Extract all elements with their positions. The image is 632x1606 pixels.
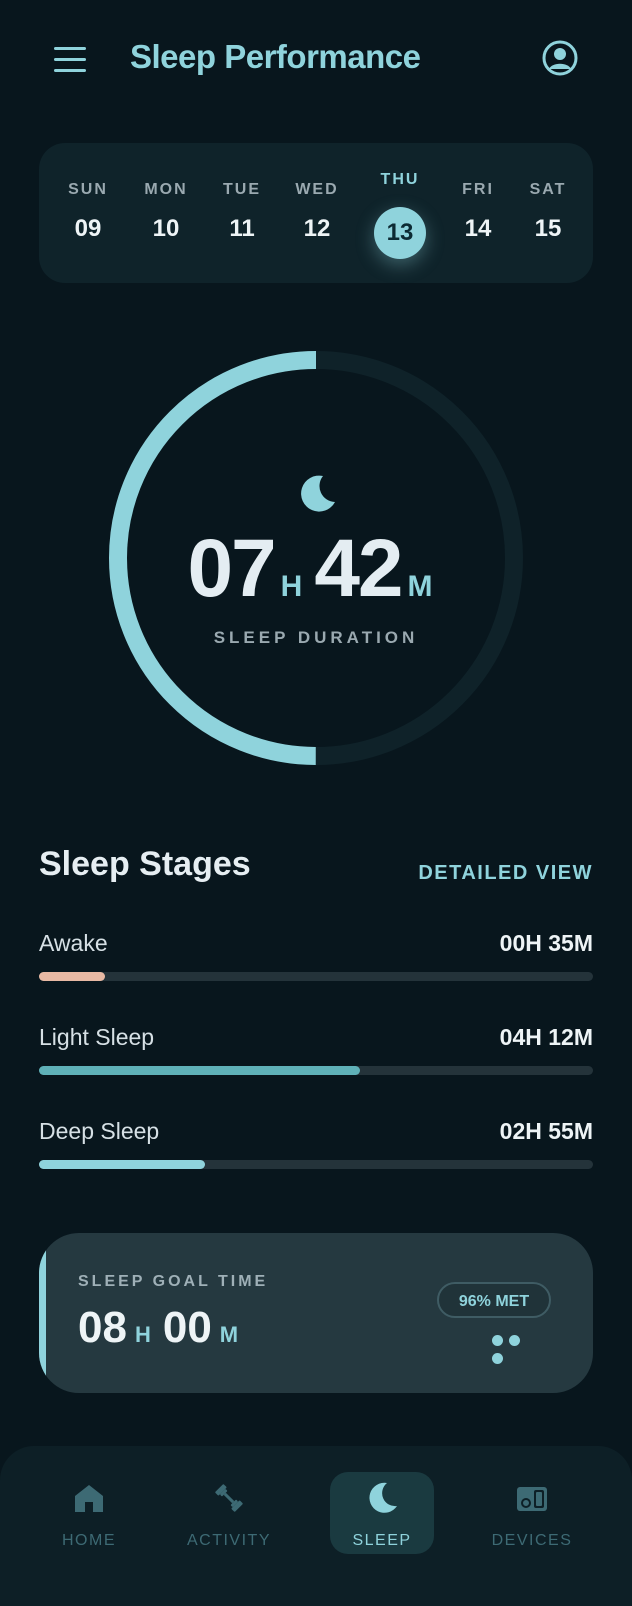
devices-icon [514,1480,550,1516]
day-name: THU [380,171,420,188]
day-name: SAT [529,181,567,198]
goal-hours: 08 [78,1303,127,1352]
goal-met-badge: 96% MET [437,1282,551,1318]
app-header: Sleep Performance [0,0,632,116]
sleep-goal-card[interactable]: SLEEP GOAL TIME 08 H 00 M 96% MET [39,1233,593,1393]
more-options-icon[interactable] [492,1333,542,1364]
day-sun[interactable]: SUN 09 [53,143,123,283]
stage-light-sleep: Light Sleep 04H 12M [39,1024,593,1094]
sleep-duration-value: 07 H 42 M [0,522,632,616]
page-title: Sleep Performance [130,38,421,75]
nav-label: SLEEP [352,1532,412,1549]
day-mon[interactable]: MON 10 [131,143,201,283]
duration-minutes-unit: M [407,570,433,603]
day-wed[interactable]: WED 12 [282,143,352,283]
day-number: 10 [152,215,180,242]
sleep-duration-ring: 07 H 42 M SLEEP DURATION [0,340,632,780]
stage-value: 02H 55M [499,1118,593,1144]
goal-minutes: 00 [162,1303,212,1352]
day-fri[interactable]: FRI 14 [443,143,513,283]
moon-icon [364,1480,400,1516]
stage-name: Light Sleep [39,1024,155,1050]
day-number: 13 [386,219,414,246]
stage-progress-track [39,972,593,981]
stage-progress-fill [39,1160,206,1169]
goal-label: SLEEP GOAL TIME [78,1273,269,1290]
dumbbell-icon [211,1480,247,1516]
hamburger-menu-icon[interactable] [52,42,88,74]
nav-devices[interactable]: DEVICES [480,1472,584,1554]
detailed-view-link[interactable]: DETAILED VIEW [418,862,593,885]
day-name: MON [144,181,188,198]
day-sat[interactable]: SAT 15 [513,143,583,283]
stage-name: Deep Sleep [39,1118,160,1144]
stage-value: 00H 35M [499,930,593,956]
user-circle-icon[interactable] [540,38,580,78]
day-name: SUN [68,181,108,198]
nav-sleep-active[interactable]: SLEEP [330,1472,434,1554]
bottom-navigation: HOME ACTIVITY SLEEP DEVICES [0,1446,632,1606]
nav-label: ACTIVITY [186,1532,271,1549]
nav-home[interactable]: HOME [37,1472,141,1554]
home-icon [71,1480,107,1516]
day-name: WED [295,181,339,198]
day-number: 11 [229,215,255,242]
stage-deep-sleep: Deep Sleep 02H 55M [39,1118,593,1188]
nav-label: HOME [62,1532,116,1549]
day-number: 09 [74,215,102,242]
stage-awake: Awake 00H 35M [39,930,593,1000]
stage-progress-fill [39,1066,361,1075]
day-thu-selected[interactable]: THU 13 [365,143,435,283]
sleep-stages-title: Sleep Stages [39,845,251,883]
stage-progress-track [39,1066,593,1075]
day-number: 15 [534,215,562,242]
day-name: TUE [223,181,261,198]
goal-value: 08 H 00 M [78,1303,250,1353]
nav-label: DEVICES [491,1532,573,1549]
stage-progress-fill [39,972,106,981]
duration-minutes: 42 [314,523,403,614]
sleep-duration-label: SLEEP DURATION [213,628,419,647]
week-selector: SUN 09 MON 10 TUE 11 WED 12 THU 13 FRI 1… [39,143,593,283]
stage-name: Awake [39,930,108,956]
goal-hours-unit: H [134,1322,151,1347]
day-number: 12 [303,215,331,242]
stage-progress-track [39,1160,593,1169]
nav-activity[interactable]: ACTIVITY [177,1472,281,1554]
duration-hours-unit: H [280,570,303,603]
day-tue[interactable]: TUE 11 [207,143,277,283]
day-name: FRI [462,181,494,198]
moon-icon [293,470,339,516]
card-accent-bar [39,1247,46,1379]
goal-minutes-unit: M [219,1322,239,1347]
day-number: 14 [464,215,492,242]
stage-value: 04H 12M [499,1024,593,1050]
duration-hours: 07 [187,523,276,614]
